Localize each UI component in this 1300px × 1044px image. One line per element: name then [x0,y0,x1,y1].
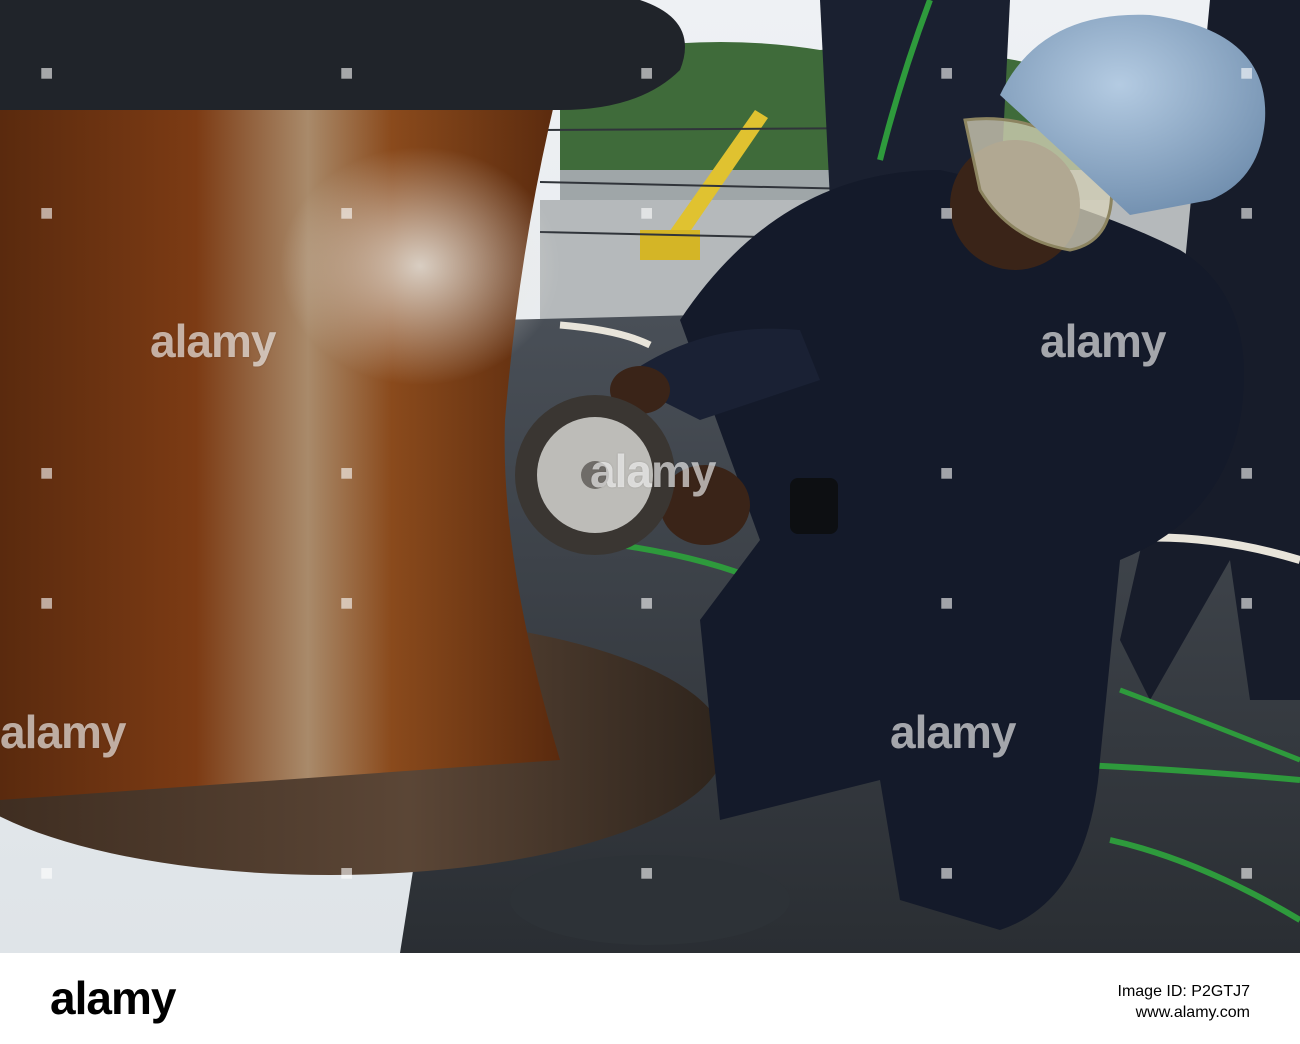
capstan-top-flange [0,0,685,110]
alamy-logo: alamy [50,972,176,1024]
footer-bar: alamy Image ID: P2GTJ7 www.alamy.com [0,953,1300,1044]
capstan-base [510,855,790,945]
footer-meta: Image ID: P2GTJ7 www.alamy.com [1118,981,1251,1023]
wristwatch [790,478,838,534]
grinder-hub [581,461,609,489]
image-id: Image ID: P2GTJ7 [1117,983,1251,1000]
scene-illustration [0,0,1300,953]
site-url: www.alamy.com [1135,1004,1250,1021]
photo: alamy alamy alamy alamy alamy ■ ■ ■ ■ ■ … [0,0,1300,953]
